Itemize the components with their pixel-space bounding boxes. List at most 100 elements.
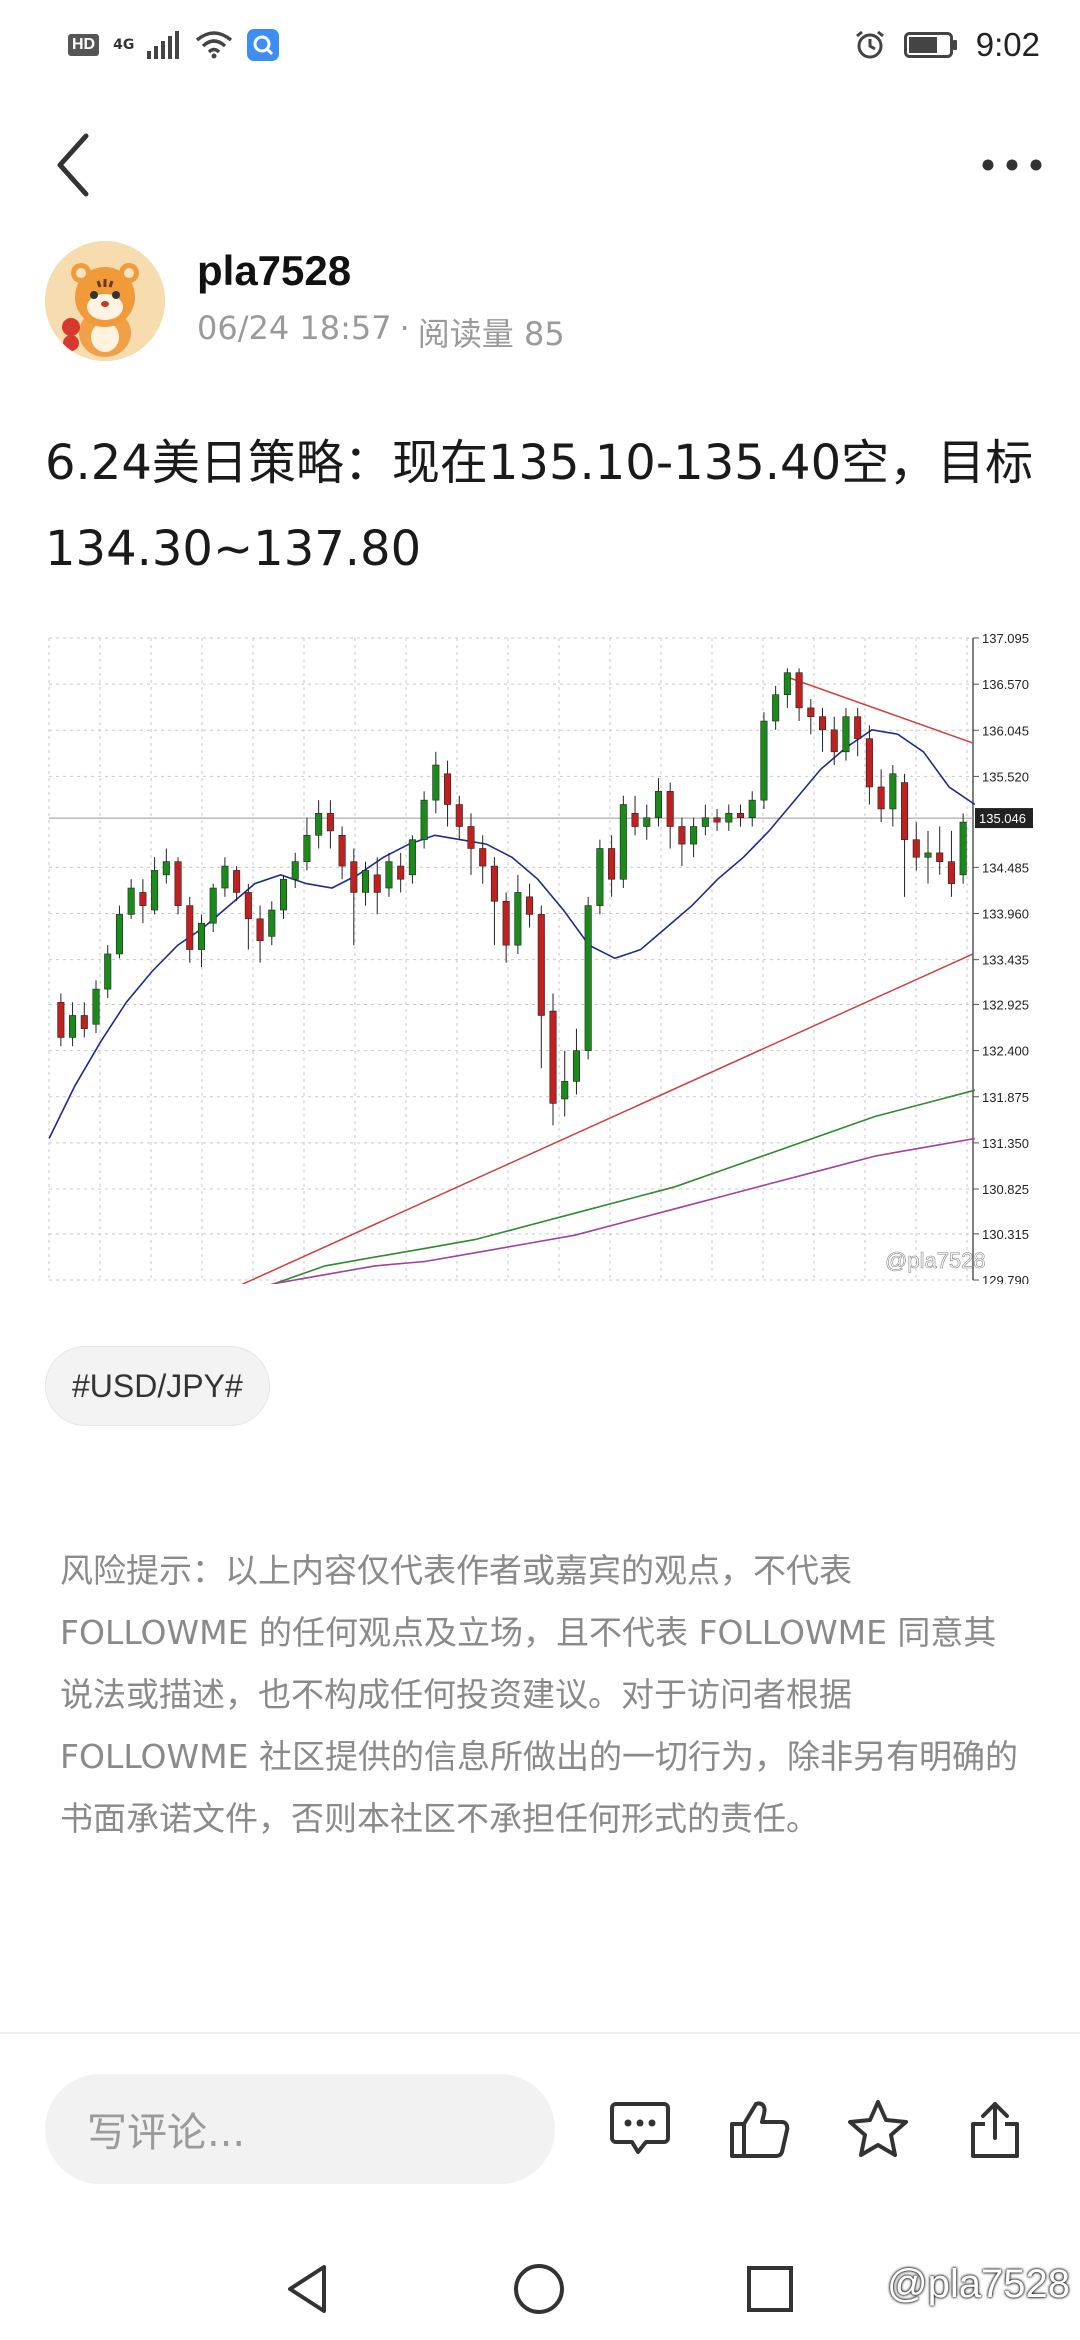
comment-input[interactable]: 写评论...: [45, 2074, 555, 2184]
candle-body: [80, 1015, 88, 1029]
candle-body: [584, 905, 592, 1051]
candle-body: [713, 817, 721, 823]
candle-body: [467, 826, 475, 849]
y-tick-label: 133.960: [982, 907, 1029, 922]
y-tick-label: 134.485: [982, 860, 1029, 875]
more-options-button[interactable]: [972, 140, 1052, 190]
post-meta: 06/24 18:57 · 阅读量 85: [197, 309, 565, 355]
app-notification-icon: [247, 29, 280, 61]
candle-body: [350, 861, 358, 893]
like-button[interactable]: [720, 2089, 800, 2169]
candle-body: [795, 672, 803, 709]
candle-body: [572, 1050, 580, 1082]
candlestick-chart: 137.095 136.570 136.045 135.520 134.485 133.9…: [48, 631, 1033, 1302]
more-dots-icon: [982, 159, 1042, 171]
y-tick-label: 130.825: [982, 1182, 1029, 1197]
read-count: 阅读量 85: [417, 315, 565, 353]
candle-body: [338, 835, 346, 867]
trendline-down: [787, 676, 974, 744]
candle-body: [279, 878, 288, 911]
candle-body: [936, 852, 944, 862]
candle-body: [209, 887, 217, 924]
candle-body: [315, 813, 323, 836]
candle-body: [303, 835, 311, 862]
nav-back-icon: [288, 2265, 326, 2313]
author-row: pla7528 06/24 18:57 · 阅读量 85: [45, 240, 565, 362]
candle-body: [619, 804, 627, 880]
candle-body: [561, 1081, 569, 1100]
y-tick-label: 131.875: [982, 1090, 1029, 1105]
like-icon: [730, 2101, 790, 2158]
network-type: 4G: [113, 37, 135, 53]
candle-body: [537, 914, 545, 1016]
status-left: HD 4G: [68, 29, 280, 61]
hd-badge: HD: [68, 34, 100, 56]
y-tick-label: 135.520: [982, 769, 1029, 784]
y-tick-label: 129.790: [982, 1273, 1029, 1284]
comment-icon: [610, 2102, 670, 2154]
candle-body: [479, 848, 487, 867]
comment-button[interactable]: [600, 2089, 680, 2169]
candle-body: [92, 988, 100, 1025]
candle-body: [291, 861, 299, 880]
y-tick-label: 133.435: [982, 953, 1029, 968]
candle-body: [455, 804, 463, 827]
candle-body: [877, 786, 885, 810]
share-button[interactable]: [955, 2089, 1035, 2169]
candle-body: [526, 896, 534, 915]
candle-body: [221, 865, 229, 889]
candle-body: [69, 1015, 77, 1038]
candle-body: [256, 918, 264, 942]
candle-body: [408, 839, 416, 876]
candle-body: [115, 914, 123, 955]
nav-home-icon: [514, 2264, 564, 2314]
author-name[interactable]: pla7528: [197, 247, 565, 295]
candle-body: [783, 672, 791, 695]
candle-body: [104, 953, 112, 990]
candle-body: [373, 874, 381, 893]
favorite-button[interactable]: [838, 2089, 918, 2169]
post-title: 6.24美日策略：现在135.10-135.40空，目标134.30~137.8…: [45, 435, 1034, 577]
nav-recents-button[interactable]: [735, 2254, 805, 2324]
candle-body: [490, 865, 498, 902]
candle-body: [842, 716, 850, 753]
candle-body: [362, 870, 370, 893]
current-price-label: 135.046: [979, 811, 1026, 826]
candle-body: [127, 887, 135, 915]
status-bar: HD 4G 9:02: [0, 0, 1080, 90]
candle-body: [830, 729, 838, 753]
status-right: 9:02: [854, 26, 1040, 64]
candle-body: [760, 720, 768, 801]
candle-body: [420, 799, 428, 840]
topic-tag[interactable]: #USD/JPY#: [45, 1346, 270, 1426]
candle-body: [162, 861, 170, 876]
candle-body: [701, 817, 709, 827]
candle-body: [912, 839, 920, 858]
price-chart-image[interactable]: 137.095 136.570 136.045 135.520 134.485 133.9…: [45, 628, 1035, 1302]
wifi-icon: [195, 31, 233, 59]
alarm-icon: [855, 30, 884, 59]
candle-body: [233, 870, 241, 893]
screenshot-watermark: @pla7528: [887, 2262, 1070, 2306]
back-button[interactable]: [48, 130, 108, 200]
avatar[interactable]: [45, 241, 165, 361]
candle-body: [654, 791, 662, 819]
candle-body: [197, 922, 205, 950]
candle-body: [631, 813, 639, 827]
candle-body: [385, 861, 393, 889]
candle-body: [514, 892, 522, 946]
candle-body: [174, 861, 182, 906]
bottom-action-bar: 写评论...: [0, 2032, 1080, 2232]
candle-body: [901, 782, 909, 840]
y-tick-label: 132.925: [982, 997, 1029, 1012]
y-tick-label: 137.095: [982, 631, 1029, 646]
ma-purple-line: [224, 1137, 976, 1298]
battery-icon: [903, 32, 957, 58]
meta-separator: ·: [399, 309, 410, 347]
nav-home-button[interactable]: [504, 2254, 574, 2324]
nav-back-button[interactable]: [272, 2254, 342, 2324]
nav-recents-icon: [747, 2266, 793, 2312]
candle-body: [57, 1001, 65, 1038]
candle-body: [865, 738, 873, 788]
candle-body: [432, 764, 440, 801]
